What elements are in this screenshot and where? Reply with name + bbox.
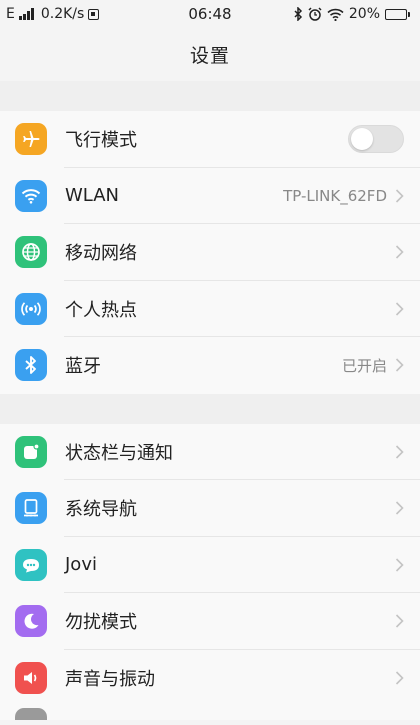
- setting-label: 移动网络: [65, 243, 137, 265]
- setting-mobile-network[interactable]: 移动网络: [0, 224, 420, 281]
- globe-icon: [15, 236, 47, 269]
- chevron-right-icon: [395, 245, 404, 259]
- page-title: 设置: [189, 45, 230, 67]
- network-type: E: [6, 6, 15, 22]
- chevron-right-icon: [395, 358, 404, 372]
- setting-label: 蓝牙: [65, 356, 101, 378]
- bluetooth-status: 已开启: [341, 356, 387, 375]
- setting-label: WLAN: [65, 185, 120, 207]
- setting-bluetooth[interactable]: 蓝牙 已开启: [0, 337, 420, 394]
- setting-airplane-mode[interactable]: 飞行模式: [0, 111, 420, 168]
- wifi-icon: [15, 179, 47, 212]
- network-speed: 0.2K/s: [40, 6, 85, 22]
- setting-label: 飞行模式: [65, 130, 137, 152]
- settings-screen: E 0.2K/s 06:48 20% 设置 飞行模式 WLAN TP-LINK_…: [0, 0, 420, 725]
- chevron-right-icon: [395, 614, 404, 628]
- notification-box-icon: [88, 8, 100, 20]
- chevron-right-icon: [395, 671, 404, 685]
- partial-setting-icon: [15, 708, 47, 720]
- setting-status-bar-notifications[interactable]: 状态栏与通知: [0, 424, 420, 481]
- wlan-network-name: TP-LINK_62FD: [283, 186, 387, 205]
- navigation-icon: [15, 492, 47, 525]
- setting-label: Jovi: [65, 554, 97, 576]
- bluetooth-status-icon: [294, 7, 302, 21]
- setting-label: 勿扰模式: [65, 612, 137, 634]
- notification-icon: [15, 435, 47, 468]
- settings-group-system: 状态栏与通知 系统导航 Jovi 勿扰模式 声音与振动: [0, 423, 420, 720]
- chevron-right-icon: [395, 189, 404, 203]
- battery-icon: [385, 8, 410, 20]
- alarm-icon: [308, 7, 322, 21]
- hotspot-icon: [15, 292, 47, 325]
- setting-label: 状态栏与通知: [65, 442, 173, 464]
- setting-system-navigation[interactable]: 系统导航: [0, 480, 420, 537]
- header: 设置: [0, 28, 420, 81]
- section-gap: [0, 81, 420, 111]
- jovi-icon: [15, 548, 47, 581]
- wifi-status-icon: [327, 8, 344, 21]
- airplane-mode-toggle[interactable]: [348, 125, 404, 154]
- status-bar: E 0.2K/s 06:48 20%: [0, 0, 420, 28]
- toggle-knob: [351, 128, 373, 151]
- setting-label: 系统导航: [65, 499, 137, 521]
- setting-do-not-disturb[interactable]: 勿扰模式: [0, 593, 420, 650]
- chevron-right-icon: [395, 302, 404, 316]
- battery-percent: 20%: [348, 6, 380, 22]
- setting-personal-hotspot[interactable]: 个人热点: [0, 281, 420, 338]
- bluetooth-icon: [15, 349, 47, 382]
- setting-label: 个人热点: [65, 299, 137, 321]
- chevron-right-icon: [395, 501, 404, 515]
- settings-group-network: 飞行模式 WLAN TP-LINK_62FD 移动网络 个人热点 蓝牙 已开启: [0, 111, 420, 394]
- setting-wlan[interactable]: WLAN TP-LINK_62FD: [0, 168, 420, 225]
- speaker-icon: [15, 661, 47, 694]
- section-gap: [0, 393, 420, 424]
- chevron-right-icon: [395, 558, 404, 572]
- setting-jovi[interactable]: Jovi: [0, 537, 420, 594]
- airplane-icon: [15, 123, 47, 156]
- signal-icon: [18, 8, 34, 20]
- chevron-right-icon: [395, 445, 404, 459]
- moon-icon: [15, 605, 47, 638]
- setting-label: 声音与振动: [65, 668, 155, 690]
- setting-row-partial[interactable]: [0, 706, 420, 720]
- setting-sound-vibration[interactable]: 声音与振动: [0, 650, 420, 707]
